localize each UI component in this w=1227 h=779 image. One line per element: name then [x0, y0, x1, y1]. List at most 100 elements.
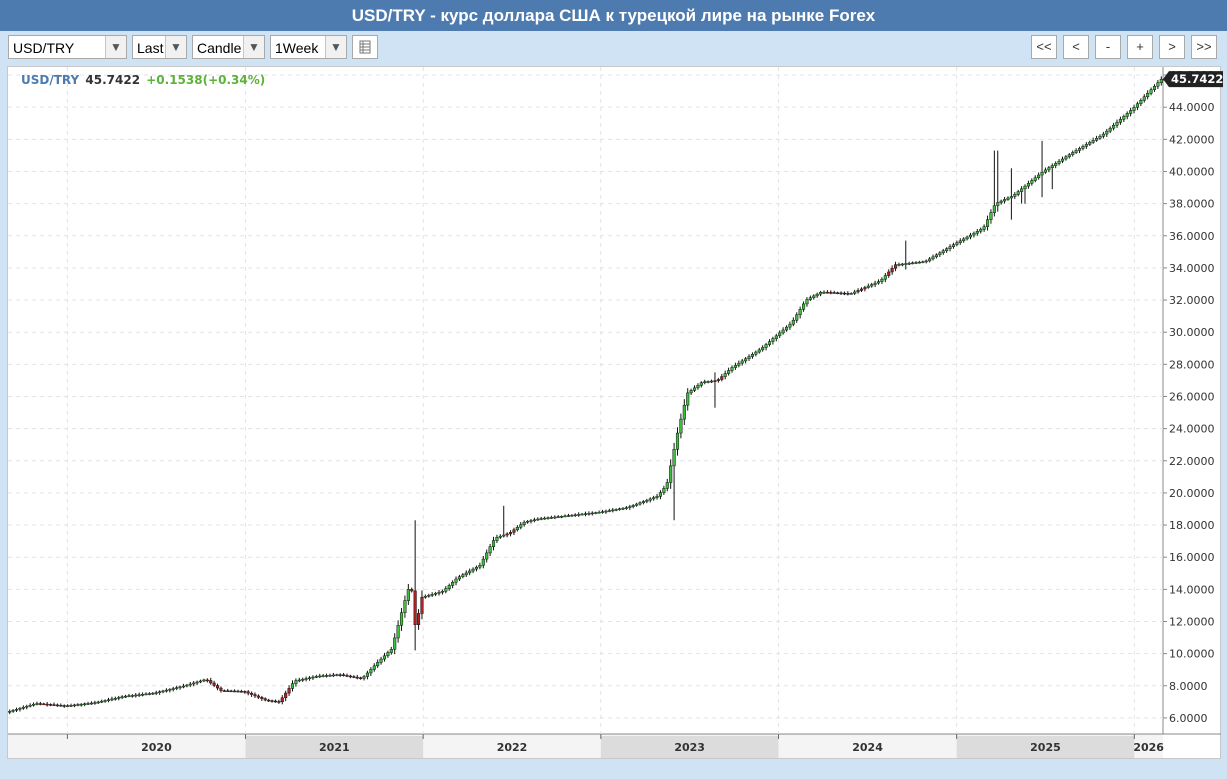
candle-body — [968, 234, 973, 238]
candle-body — [1122, 116, 1126, 120]
candle-body — [246, 691, 250, 694]
candle-body — [96, 701, 100, 704]
x-tick-label: 2024 — [852, 741, 883, 754]
candle-body — [236, 690, 240, 693]
candle-body — [638, 502, 642, 505]
candle-body — [931, 256, 935, 260]
candle-body — [788, 323, 792, 328]
candle-body — [914, 262, 918, 264]
candle-body — [181, 685, 186, 688]
candle-body — [389, 649, 393, 653]
candle-body — [508, 532, 513, 535]
candle-body — [66, 705, 70, 707]
candle-body — [219, 687, 223, 691]
candle-body — [239, 690, 243, 693]
candle-body — [716, 379, 720, 381]
candle-body — [836, 292, 840, 294]
x-tick-label: 2021 — [319, 741, 350, 754]
candle-body — [18, 707, 22, 710]
y-tick-label: 32.0000 — [1169, 294, 1215, 307]
y-tick-label: 36.0000 — [1169, 230, 1215, 243]
candle-body — [696, 385, 700, 389]
candle-body — [113, 697, 117, 700]
candle-body — [345, 675, 349, 677]
candle-body — [362, 676, 366, 679]
candle-body — [205, 679, 209, 682]
candle-body — [887, 271, 891, 276]
candle-body — [985, 219, 990, 227]
candle-body — [301, 678, 305, 681]
candle-body — [307, 677, 312, 680]
y-tick-label: 6.0000 — [1169, 712, 1208, 725]
candle-body — [553, 516, 557, 519]
candle-body — [379, 658, 383, 663]
candle-body — [560, 516, 564, 518]
candle-body — [1026, 183, 1030, 187]
candle-body — [86, 703, 90, 705]
candle-body — [611, 509, 615, 512]
candle-body — [710, 380, 714, 383]
candle-body — [1074, 150, 1078, 153]
candle-body — [365, 672, 369, 677]
y-tick-label: 38.0000 — [1169, 198, 1215, 211]
candle-body — [250, 692, 254, 695]
candle-body — [594, 512, 598, 514]
candle-body — [955, 242, 959, 245]
candle-body — [863, 287, 867, 290]
candle-body — [621, 507, 625, 510]
candle-body — [928, 258, 932, 262]
candle-body — [52, 704, 56, 706]
candle-body — [866, 285, 870, 288]
candle-body — [130, 695, 134, 697]
candle-body — [209, 680, 213, 684]
candle-body — [546, 517, 550, 519]
y-tick-label: 8.0000 — [1169, 680, 1208, 693]
candle-body — [614, 509, 618, 511]
candle-body — [32, 703, 36, 706]
candle-body — [461, 574, 465, 577]
candle-body — [62, 705, 66, 707]
candle-body — [577, 514, 581, 516]
candle-body — [253, 694, 257, 697]
candle-body — [192, 682, 196, 685]
candle-body — [635, 503, 639, 506]
candle-body — [791, 319, 795, 325]
candle-body — [314, 676, 318, 678]
candle-body — [410, 589, 414, 592]
candle-body — [488, 546, 492, 554]
candle-body — [740, 360, 744, 364]
candle-body — [434, 592, 438, 595]
candle-body — [38, 703, 42, 705]
candle-body — [737, 362, 741, 366]
candle-body — [25, 705, 29, 708]
candle-body — [1088, 142, 1092, 145]
candle-body — [420, 596, 424, 614]
candle-body — [76, 704, 80, 706]
candle-body — [147, 693, 151, 695]
candle-body — [1054, 163, 1058, 166]
candle-body — [999, 200, 1003, 203]
candle-body — [59, 704, 63, 707]
candle-body — [876, 281, 881, 284]
candle-body — [1016, 191, 1020, 195]
candle-body — [526, 520, 530, 523]
candle-body — [573, 514, 577, 517]
candle-body — [188, 683, 192, 686]
price-chart[interactable]: 6.0000 8.0000 10.0000 12.0000 14.0000 16.0000… — [0, 0, 1227, 779]
candle-body — [1081, 146, 1085, 149]
candle-body — [42, 703, 46, 706]
candle-body — [79, 703, 83, 706]
candle-body — [72, 704, 76, 707]
candle-body — [873, 282, 877, 285]
candle-body — [1064, 156, 1068, 160]
candle-body — [335, 674, 339, 676]
candle-body — [1091, 140, 1095, 143]
candle-body — [478, 564, 482, 568]
candle-body — [83, 703, 87, 706]
candle-body — [28, 704, 32, 707]
y-tick-label: 10.0000 — [1169, 648, 1215, 661]
candle-body — [808, 297, 812, 300]
candle-body — [1043, 169, 1048, 173]
candle-body — [1135, 103, 1139, 108]
candle-body — [1023, 185, 1027, 190]
